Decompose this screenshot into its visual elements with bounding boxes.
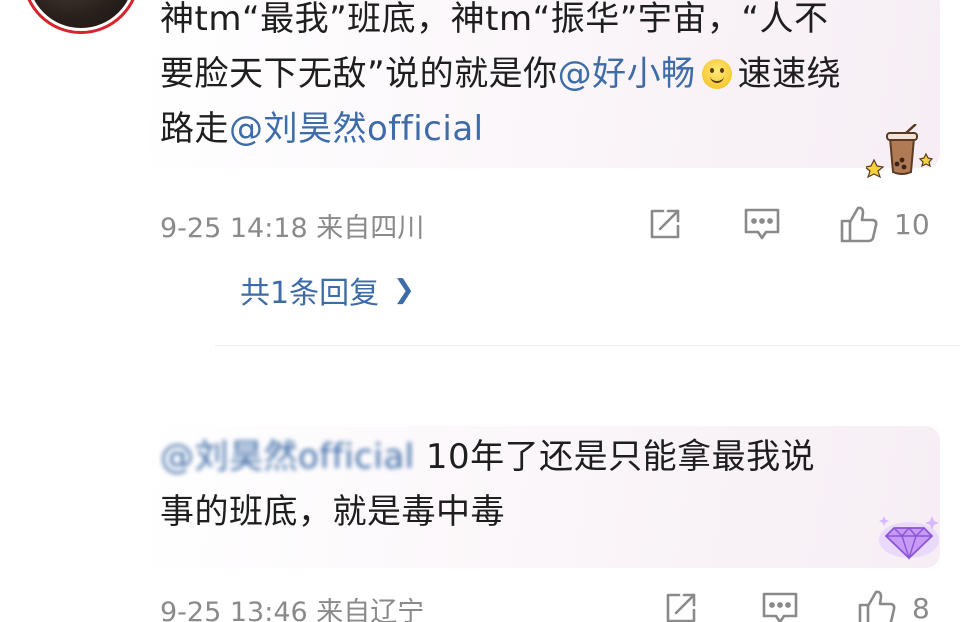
comment-text: @刘昊然official 10年了还是只能拿最我说 事的班底，就是毒中毒 [160,430,815,540]
thumbs-up-icon [858,590,896,622]
diamond-badge-icon [879,516,939,561]
milk-tea-sticker-icon [866,124,934,179]
replies-label: 共1条回复 [240,276,380,311]
comment-icon [762,592,798,622]
comment-location: 来自四川 [316,213,425,244]
view-replies-link[interactable]: 共1条回复 ❯ [240,268,415,312]
share-button[interactable] [662,589,700,622]
chevron-right-icon: ❯ [393,275,415,305]
comment-location: 来自辽宁 [316,597,425,622]
comment-line-text: 10年了还是只能拿最我说 [414,437,816,477]
like-button[interactable]: 8 [856,587,930,622]
divider [215,345,960,346]
comment-line: 要脸天下无敌”说的就是你@好小畅 速速绕 [160,47,841,102]
comment-text: 神tm“最我”班底，神tm“振华”宇宙，“人不 要脸天下无敌”说的就是你@好小畅… [160,0,841,157]
share-icon [666,593,696,622]
share-button[interactable] [646,205,684,243]
reply-button[interactable] [742,205,782,243]
share-icon [650,209,680,239]
comment-line-text: 要脸天下无敌”说的就是你 [160,54,558,94]
mention-link[interactable]: @刘昊然official [229,109,484,149]
comment-line: 路走@刘昊然official [160,102,841,157]
comment-line: @刘昊然official 10年了还是只能拿最我说 [160,430,815,485]
thumbs-up-icon [840,206,878,243]
comment-line: 事的班底，就是毒中毒 [160,492,505,532]
comment-line-text: 路走 [160,109,229,149]
reply-button[interactable] [760,589,800,622]
comment-meta: 9-25 13:46 来自辽宁 [160,590,424,622]
comment-line-text: 速速绕 [737,54,842,94]
comment-line: 神tm“最我”班底，神tm“振华”宇宙，“人不 [160,0,829,39]
weibo-comment-thread: 神tm“最我”班底，神tm“振华”宇宙，“人不 要脸天下无敌”说的就是你@好小畅… [0,0,960,622]
comment-meta: 9-25 14:18 来自四川 [160,206,424,245]
mention-link[interactable]: @好小畅 [558,54,696,94]
like-count: 10 [894,207,930,241]
like-count: 8 [912,591,930,622]
smile-emoji-icon [701,59,732,89]
mention-link[interactable]: @刘昊然official [160,437,415,477]
comment-time: 9-25 13:46 [160,597,308,622]
like-button[interactable]: 10 [838,203,930,245]
comment-icon [744,208,780,240]
comment-time: 9-25 14:18 [160,213,308,244]
